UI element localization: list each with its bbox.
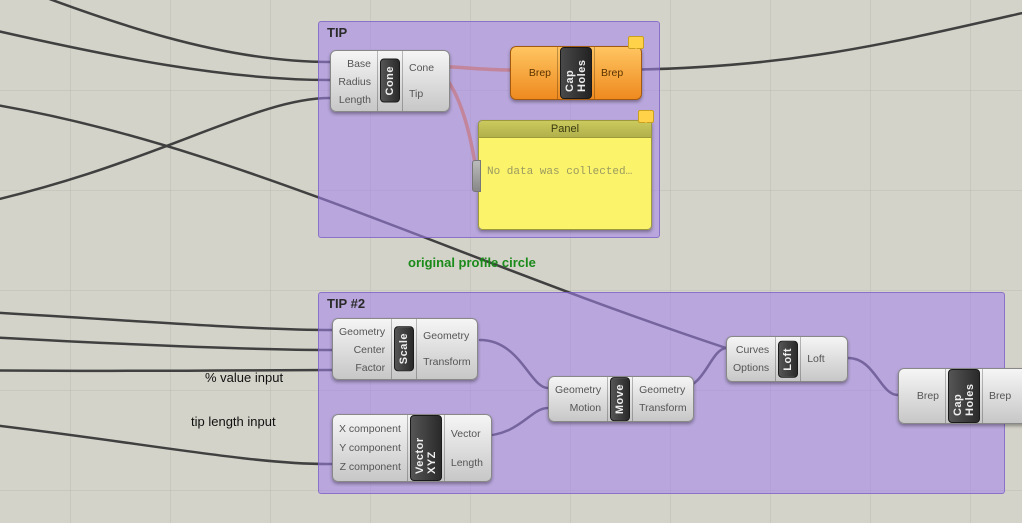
cap1-core: Cap Holes: [560, 47, 592, 99]
loft-core: Loft: [778, 341, 798, 378]
move-core: Move: [610, 377, 630, 421]
loft-in-curves[interactable]: Curves: [736, 341, 769, 359]
move-in-motion[interactable]: Motion: [570, 399, 602, 417]
node-panel[interactable]: Panel No data was collected…: [478, 120, 652, 230]
warning-balloon-icon: [638, 110, 654, 123]
grasshopper-canvas[interactable]: TIP TIP #2 Base Radius Length Cone Cone …: [0, 0, 1022, 523]
warning-balloon-icon: [628, 36, 644, 49]
scale-out-geometry[interactable]: Geometry: [423, 327, 469, 345]
group-tip-label: TIP: [327, 25, 347, 40]
node-move[interactable]: Geometry Motion Move Geometry Transform: [548, 376, 694, 422]
node-loft[interactable]: Curves Options Loft Loft: [726, 336, 848, 382]
cone-out-tip[interactable]: Tip: [409, 85, 423, 103]
xyz-in-x[interactable]: X component: [339, 420, 401, 438]
xyz-in-y[interactable]: Y component: [339, 439, 401, 457]
move-out-transform[interactable]: Transform: [639, 399, 686, 417]
loft-in-options[interactable]: Options: [733, 359, 769, 377]
loft-out-loft[interactable]: Loft: [807, 350, 825, 368]
move-out-geometry[interactable]: Geometry: [639, 381, 685, 399]
cap2-out-brep[interactable]: Brep: [989, 387, 1011, 405]
cone-core: Cone: [380, 59, 400, 103]
xyz-in-z[interactable]: Z component: [340, 458, 401, 476]
scale-core: Scale: [394, 326, 414, 371]
cap2-core: Cap Holes: [948, 369, 980, 423]
panel-title: Panel: [479, 121, 651, 138]
cap1-in-brep[interactable]: Brep: [529, 64, 551, 82]
xyz-out-vector[interactable]: Vector: [451, 425, 481, 443]
group-tip2-label: TIP #2: [327, 296, 365, 311]
panel-input-grip[interactable]: [472, 160, 481, 192]
node-cap-holes-1[interactable]: Brep Cap Holes Brep: [510, 46, 642, 100]
node-scale[interactable]: Geometry Center Factor Scale Geometry Tr…: [332, 318, 478, 380]
scale-in-geometry[interactable]: Geometry: [339, 323, 385, 341]
move-in-geometry[interactable]: Geometry: [555, 381, 601, 399]
scale-in-center[interactable]: Center: [354, 341, 386, 359]
annotation-profile-circle: original profile circle: [408, 255, 536, 270]
cone-in-base[interactable]: Base: [347, 55, 371, 73]
scale-in-factor[interactable]: Factor: [355, 359, 385, 377]
xyz-core: Vector XYZ: [410, 415, 442, 481]
cone-out-cone[interactable]: Cone: [409, 59, 434, 77]
cap1-out-brep[interactable]: Brep: [601, 64, 623, 82]
scale-out-transform[interactable]: Transform: [423, 353, 470, 371]
cone-in-radius[interactable]: Radius: [338, 73, 371, 91]
annotation-percent-input: % value input: [205, 370, 283, 385]
cap2-in-brep[interactable]: Brep: [917, 387, 939, 405]
node-cone[interactable]: Base Radius Length Cone Cone Tip: [330, 50, 450, 112]
cone-in-length[interactable]: Length: [339, 91, 371, 109]
node-vector-xyz[interactable]: X component Y component Z component Vect…: [332, 414, 492, 482]
annotation-tip-length-input: tip length input: [191, 414, 276, 429]
node-cap-holes-2[interactable]: Brep Cap Holes Brep: [898, 368, 1022, 424]
xyz-out-length[interactable]: Length: [451, 454, 483, 472]
panel-body: No data was collected…: [479, 138, 651, 229]
